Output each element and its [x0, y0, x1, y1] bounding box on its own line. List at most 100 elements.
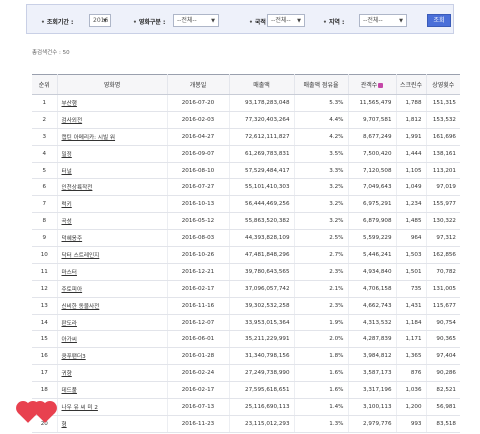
cell-title: 신비한 동물사전	[57, 297, 168, 315]
region-select[interactable]: --전체-- ▼	[359, 14, 407, 27]
cell-release: 2016-11-16	[167, 297, 230, 315]
cell-rank: 15	[32, 330, 58, 349]
sort-icon[interactable]	[378, 83, 384, 88]
table-row: 20 형 2016-11-23 23,115,012,293 1.3% 2,979,776…	[32, 415, 460, 433]
cell-shows: 131,005	[426, 280, 460, 298]
table-row: 4 밀정 2016-09-07 61,269,783,831 3.5% 7,500,420…	[32, 145, 460, 163]
cell-title: 곡성	[57, 212, 168, 231]
header-share[interactable]: 매출액 점유율	[294, 74, 349, 95]
cell-shows: 56,981	[426, 398, 460, 416]
cell-title: 럭키	[57, 195, 168, 214]
cell-sales: 27,249,738,990	[229, 364, 295, 383]
header-shows[interactable]: 상영횟수	[426, 74, 460, 95]
cell-screens: 1,049	[396, 178, 427, 197]
movie-title-link[interactable]: 인천상륙작전	[62, 185, 93, 191]
movie-title-link[interactable]: 신비한 동물사전	[62, 304, 100, 310]
country-select[interactable]: --전체-- ▼	[267, 14, 305, 27]
chevron-down-icon: ▼	[297, 18, 301, 24]
cell-shows: 115,677	[426, 297, 460, 315]
table-row: 6 인천상륙작전 2016-07-27 55,101,410,303 3.2% 7,049…	[32, 178, 460, 197]
header-screens[interactable]: 스크린수	[396, 74, 427, 95]
cell-sales: 77,320,403,264	[229, 111, 295, 129]
movie-title-link[interactable]: 검사외전	[62, 118, 83, 124]
movie-type-select[interactable]: --전체-- ▼	[173, 14, 219, 27]
movie-title-link[interactable]: 아가씨	[62, 337, 77, 343]
cell-sales: 72,612,111,827	[229, 128, 295, 146]
movie-title-link[interactable]: 터널	[62, 169, 72, 175]
cell-title: 닥터 스트레인지	[57, 246, 168, 264]
header-sales[interactable]: 매출액	[229, 74, 295, 95]
cell-shows: 138,161	[426, 145, 460, 163]
cell-shows: 162,856	[426, 246, 460, 264]
cell-share: 1.6%	[294, 381, 349, 400]
movie-title-link[interactable]: 데드풀	[62, 388, 77, 394]
cell-rank: 12	[32, 280, 58, 298]
cell-screens: 1,991	[396, 128, 427, 146]
cell-screens: 876	[396, 364, 427, 383]
table-row: 2 검사외전 2016-02-03 77,320,403,264 4.4% 9,707,5…	[32, 111, 460, 129]
table-row: 5 터널 2016-08-10 57,529,484,417 3.3% 7,120,508…	[32, 162, 460, 180]
chevron-down-icon: ▼	[399, 18, 403, 24]
cell-release: 2016-02-24	[167, 364, 230, 383]
cell-sales: 55,863,520,382	[229, 212, 295, 231]
cell-title: 캡틴 아메리카: 시빌 워	[57, 128, 168, 146]
table-header-row: 순위 영화명 개봉일 매출액 매출액 점유율 관객수 스크린수 상영횟수	[32, 74, 460, 95]
movie-title-link[interactable]: 닥터 스트레인지	[62, 253, 100, 259]
movie-title-link[interactable]: 럭키	[62, 202, 72, 208]
cell-release: 2016-09-07	[167, 145, 230, 163]
period-label: • 조회기간 :	[41, 19, 74, 26]
movie-title-link[interactable]: 덕혜옹주	[62, 236, 83, 242]
table-row: 15 아가씨 2016-06-01 35,211,229,991 2.0% 4,287,8…	[32, 330, 460, 349]
cell-release: 2016-07-13	[167, 398, 230, 416]
cell-title: 마스터	[57, 263, 168, 281]
header-title[interactable]: 영화명	[57, 74, 168, 95]
cell-rank: 9	[32, 229, 58, 248]
cell-release: 2016-06-01	[167, 330, 230, 349]
cell-title: 주토피아	[57, 280, 168, 298]
cell-title: 부산행	[57, 94, 168, 112]
cell-audience: 4,934,840	[348, 263, 397, 281]
movie-title-link[interactable]: 쿵푸팬더3	[62, 354, 86, 360]
movie-title-link[interactable]: 형	[62, 422, 67, 428]
movie-title-link[interactable]: 마스터	[62, 270, 77, 276]
search-button[interactable]: 조회	[427, 14, 451, 27]
year-select[interactable]: 2016 ▼	[89, 14, 111, 27]
movie-title-link[interactable]: 주토피아	[62, 287, 83, 293]
movie-title-link[interactable]: 판도라	[62, 321, 77, 327]
cell-screens: 1,501	[396, 263, 427, 281]
cell-share: 1.3%	[294, 415, 349, 433]
cell-screens: 1,444	[396, 145, 427, 163]
movie-title-link[interactable]: 밀정	[62, 152, 72, 158]
cell-audience: 7,120,508	[348, 162, 397, 180]
cell-rank: 6	[32, 178, 58, 197]
cell-title: 터널	[57, 162, 168, 180]
cell-audience: 9,707,581	[348, 111, 397, 129]
cell-sales: 25,116,690,113	[229, 398, 295, 416]
cell-share: 2.3%	[294, 297, 349, 315]
cell-audience: 4,662,743	[348, 297, 397, 315]
movie-title-link[interactable]: 캡틴 아메리카: 시빌 워	[62, 135, 116, 141]
movie-title-link[interactable]: 귀향	[62, 371, 72, 377]
cell-sales: 47,481,848,296	[229, 246, 295, 264]
cell-rank: 2	[32, 111, 58, 129]
header-audience[interactable]: 관객수	[348, 74, 397, 95]
cell-screens: 1,503	[396, 246, 427, 264]
movie-title-link[interactable]: 나우 유 씨 미 2	[62, 405, 98, 411]
cell-sales: 31,340,798,156	[229, 347, 295, 366]
cell-rank: 16	[32, 347, 58, 366]
cell-audience: 3,317,196	[348, 381, 397, 400]
cell-sales: 44,393,828,109	[229, 229, 295, 248]
cell-rank: 5	[32, 162, 58, 180]
cell-release: 2016-02-17	[167, 381, 230, 400]
cell-release: 2016-12-07	[167, 314, 230, 332]
header-release[interactable]: 개봉일	[167, 74, 230, 95]
cell-share: 2.0%	[294, 330, 349, 349]
cell-sales: 39,302,532,258	[229, 297, 295, 315]
cell-sales: 23,115,012,293	[229, 415, 295, 433]
cell-rank: 10	[32, 246, 58, 264]
header-rank[interactable]: 순위	[32, 74, 58, 95]
cell-sales: 56,444,469,256	[229, 195, 295, 214]
movie-title-link[interactable]: 곡성	[62, 219, 72, 225]
movie-title-link[interactable]: 부산행	[62, 101, 77, 107]
cell-share: 4.4%	[294, 111, 349, 129]
